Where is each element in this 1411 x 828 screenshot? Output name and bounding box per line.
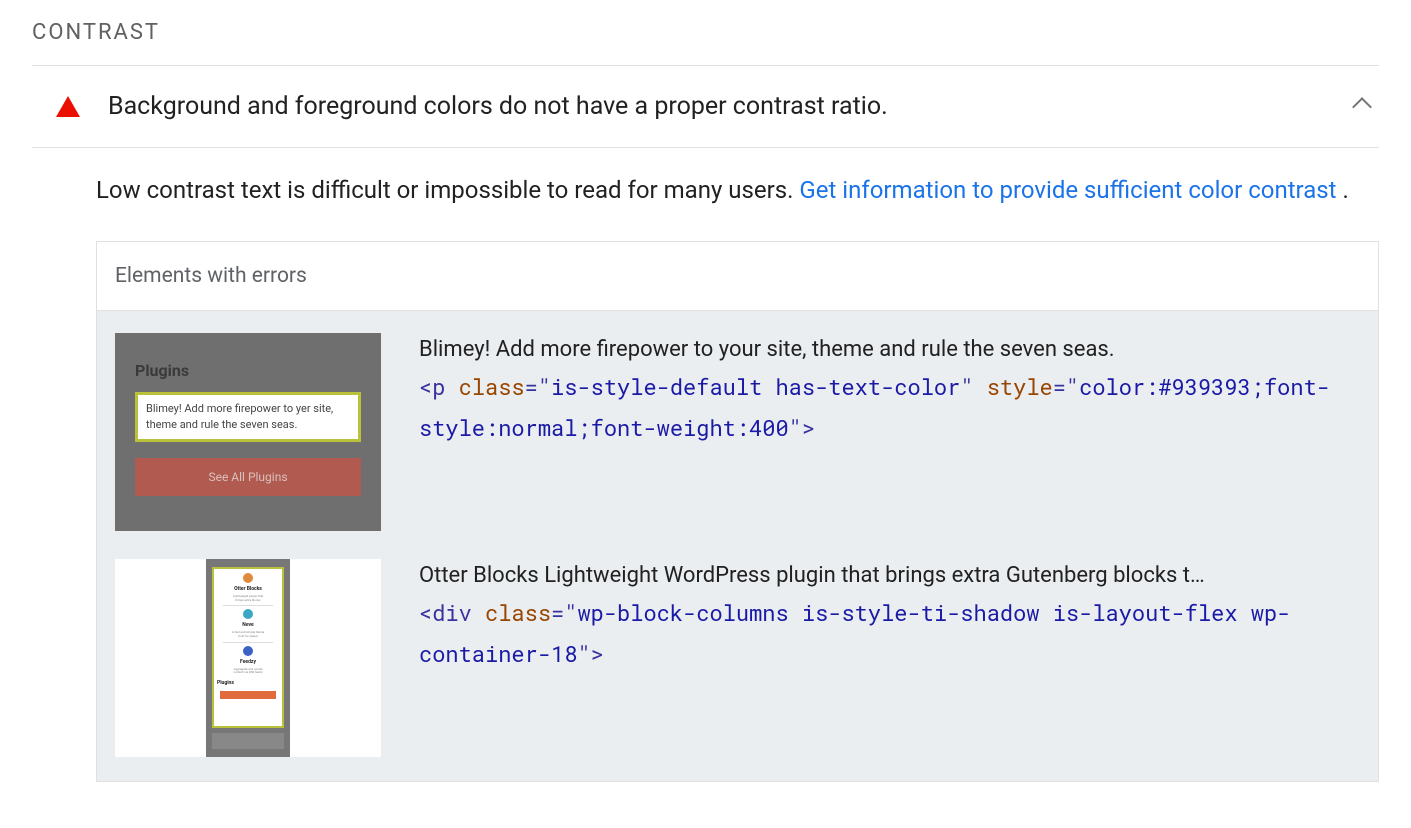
logo-dot-icon [243,609,253,619]
warning-triangle-icon [56,96,80,117]
chevron-up-icon [1352,97,1372,117]
error-node-snippet[interactable]: <div class="wp-block-columns is-style-ti… [419,593,1360,674]
error-node-text: Otter Blocks Lightweight WordPress plugi… [419,559,1360,593]
logo-dot-icon [243,573,253,583]
error-node-snippet[interactable]: <p class="is-style-default has-text-colo… [419,367,1360,448]
error-details: Blimey! Add more firepower to your site,… [419,333,1360,531]
thumb-heading: Plugins [135,361,361,380]
learn-more-link[interactable]: Get information to provide sufficient co… [799,176,1336,204]
thumb-button: See All Plugins [135,458,361,496]
error-node-text: Blimey! Add more firepower to your site,… [419,333,1360,367]
errors-panel-heading: Elements with errors [97,242,1378,311]
errors-panel: Elements with errors Plugins Blimey! Add… [96,241,1379,782]
errors-panel-body: Plugins Blimey! Add more firepower to ye… [97,311,1378,781]
error-thumbnail[interactable]: Plugins Blimey! Add more firepower to ye… [115,333,381,531]
audit-body: Low contrast text is difficult or imposs… [32,148,1379,782]
section-title-contrast: CONTRAST [32,0,1379,66]
logo-dot-icon [243,646,253,656]
thumbnail-plugins-card: Plugins Blimey! Add more firepower to ye… [115,333,381,531]
error-row: Otter Blocks Lightweight plugin thatbrin… [115,559,1360,757]
thumbnail-mobile-column: Otter Blocks Lightweight plugin thatbrin… [206,559,290,757]
thumb-highlight-box: Blimey! Add more firepower to yer site, … [135,392,361,442]
audit-toggle-row[interactable]: Background and foreground colors do not … [32,66,1379,148]
thumb-bottom-strip [212,733,284,749]
thumb-card-stack: Otter Blocks Lightweight plugin thatbrin… [212,567,284,728]
error-row: Plugins Blimey! Add more firepower to ye… [115,333,1360,531]
audit-description-suffix: . [1337,176,1349,204]
audit-description-text: Low contrast text is difficult or imposs… [96,176,799,204]
error-thumbnail[interactable]: Otter Blocks Lightweight plugin thatbrin… [115,559,381,757]
thumb-footer-button [220,691,276,699]
audit-title: Background and foreground colors do not … [108,92,1355,121]
error-details: Otter Blocks Lightweight WordPress plugi… [419,559,1360,757]
audit-description: Low contrast text is difficult or imposs… [96,172,1379,209]
